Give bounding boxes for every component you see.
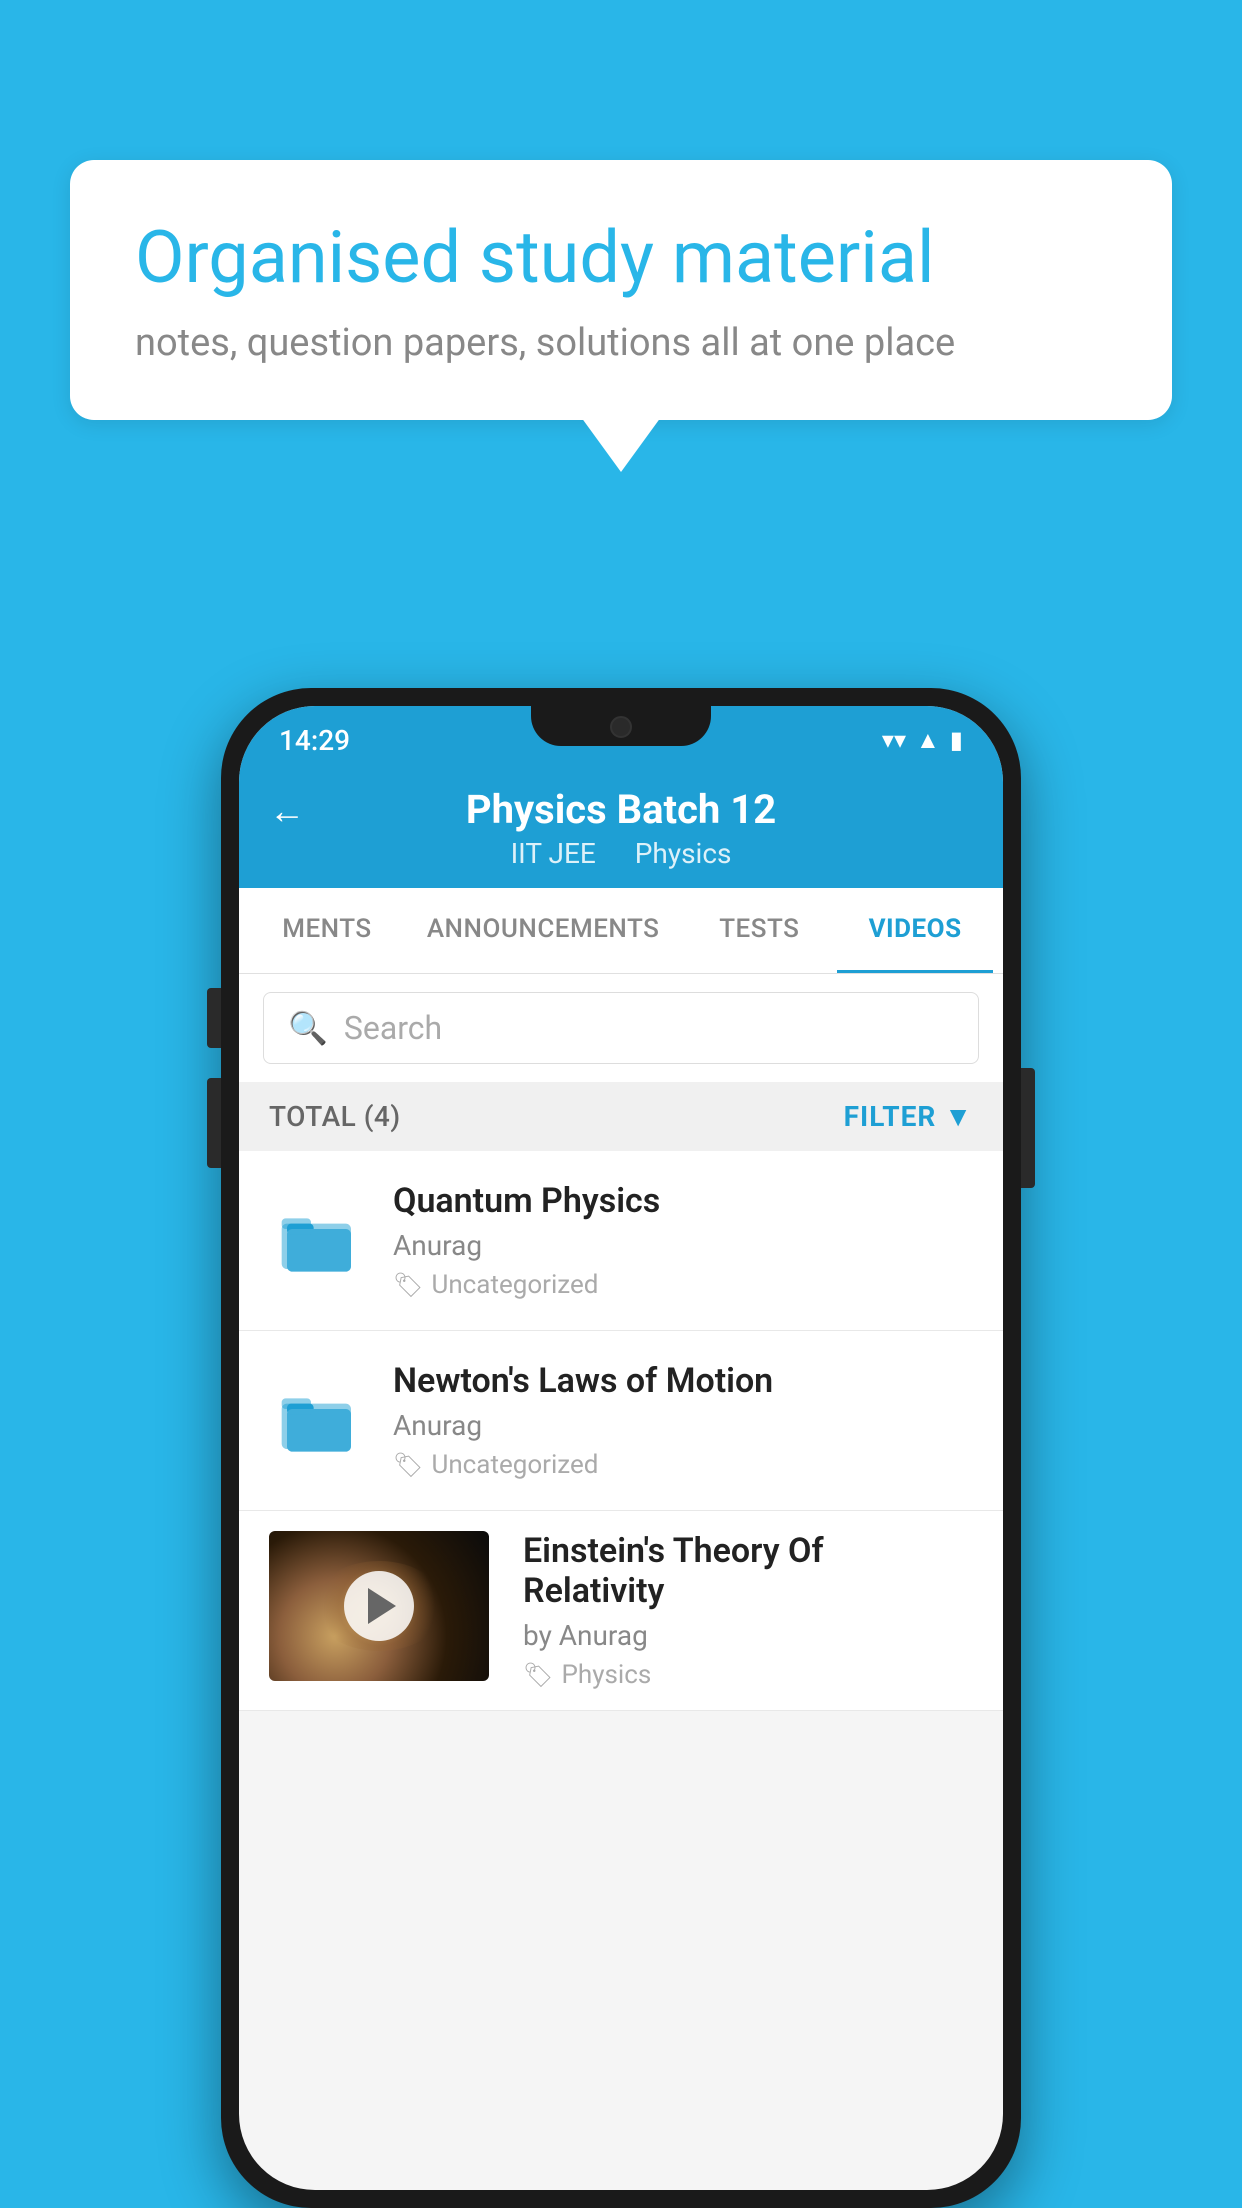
video-list: Quantum Physics Anurag 🏷 Uncategorized (239, 1151, 1003, 1711)
phone-screen: 14:29 ▾▾ ▲ ▮ ← Physics Batch 12 IIT JEE … (239, 706, 1003, 2190)
video-title: Einstein's Theory Of Relativity (523, 1531, 973, 1611)
play-button[interactable] (344, 1571, 414, 1641)
video-tag: 🏷 Uncategorized (393, 1270, 973, 1300)
tab-ments[interactable]: MENTS (249, 888, 405, 973)
list-item[interactable]: Quantum Physics Anurag 🏷 Uncategorized (239, 1151, 1003, 1331)
filter-bar: TOTAL (4) FILTER ▼ (239, 1082, 1003, 1151)
tag-icon: 🏷 (393, 1451, 423, 1479)
search-input-container[interactable]: 🔍 Search (263, 992, 979, 1064)
play-icon (368, 1588, 396, 1624)
video-info: Newton's Laws of Motion Anurag 🏷 Uncateg… (393, 1361, 973, 1480)
filter-label: FILTER (844, 1100, 937, 1133)
tag-label: Physics (561, 1660, 651, 1690)
list-item[interactable]: Einstein's Theory Of Relativity by Anura… (239, 1511, 1003, 1711)
folder-icon (269, 1196, 369, 1286)
tab-videos[interactable]: VIDEOS (837, 888, 993, 973)
video-author: Anurag (393, 1409, 973, 1442)
bubble-title: Organised study material (135, 215, 1107, 301)
header-subtitle: IIT JEE Physics (511, 837, 732, 870)
video-title: Newton's Laws of Motion (393, 1361, 973, 1401)
status-icons: ▾▾ ▲ ▮ (882, 726, 963, 755)
search-icon: 🔍 (288, 1009, 328, 1047)
battery-icon: ▮ (950, 726, 963, 754)
wifi-icon: ▾▾ (882, 726, 906, 754)
tag-icon: 🏷 (523, 1661, 553, 1689)
app-header: ← Physics Batch 12 IIT JEE Physics (239, 766, 1003, 888)
total-count: TOTAL (4) (269, 1100, 401, 1133)
search-placeholder: Search (344, 1009, 442, 1047)
video-info: Einstein's Theory Of Relativity by Anura… (513, 1531, 973, 1690)
header-title: Physics Batch 12 (466, 786, 776, 833)
video-tag: 🏷 Uncategorized (393, 1450, 973, 1480)
tag-icon: 🏷 (393, 1271, 423, 1299)
tab-announcements[interactable]: ANNOUNCEMENTS (405, 888, 682, 973)
filter-button[interactable]: FILTER ▼ (844, 1100, 973, 1133)
speech-bubble: Organised study material notes, question… (70, 160, 1172, 420)
video-author: Anurag (393, 1229, 973, 1262)
volume-down-button (207, 1078, 221, 1168)
back-button[interactable]: ← (269, 790, 305, 832)
tab-bar: MENTS ANNOUNCEMENTS TESTS VIDEOS (239, 888, 1003, 974)
video-title: Quantum Physics (393, 1181, 973, 1221)
power-button (1021, 1068, 1035, 1188)
header-iit-jee: IIT JEE (511, 837, 596, 870)
header-physics: Physics (635, 837, 732, 870)
folder-icon (269, 1376, 369, 1466)
phone-frame: 14:29 ▾▾ ▲ ▮ ← Physics Batch 12 IIT JEE … (221, 688, 1021, 2208)
filter-icon: ▼ (944, 1100, 973, 1133)
status-time: 14:29 (279, 724, 350, 757)
video-tag: 🏷 Physics (523, 1660, 973, 1690)
header-divider (612, 837, 619, 870)
tab-tests[interactable]: TESTS (681, 888, 837, 973)
video-thumbnail (269, 1531, 489, 1681)
bubble-subtitle: notes, question papers, solutions all at… (135, 321, 1107, 365)
signal-icon: ▲ (916, 726, 940, 755)
video-info: Quantum Physics Anurag 🏷 Uncategorized (393, 1181, 973, 1300)
tag-label: Uncategorized (431, 1270, 598, 1300)
search-bar: 🔍 Search (239, 974, 1003, 1082)
video-author: by Anurag (523, 1619, 973, 1652)
list-item[interactable]: Newton's Laws of Motion Anurag 🏷 Uncateg… (239, 1331, 1003, 1511)
front-camera (610, 716, 632, 738)
volume-up-button (207, 988, 221, 1048)
phone-notch (531, 706, 711, 746)
tag-label: Uncategorized (431, 1450, 598, 1480)
